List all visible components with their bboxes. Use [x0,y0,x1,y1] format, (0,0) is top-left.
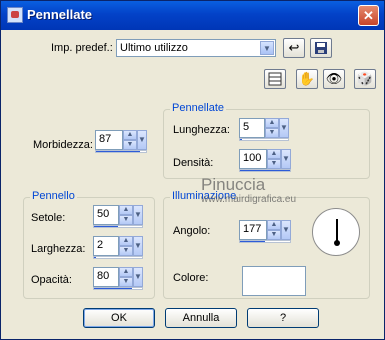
softness-dropdown[interactable]: ▼ [137,130,147,150]
preset-select[interactable]: Ultimo utilizzo ▼ [116,39,276,57]
cancel-button[interactable]: Annulla [165,308,237,328]
pennellate-dialog: Pennellate ✕ Imp. predef.: Ultimo utiliz… [0,0,385,340]
brush-group-title: Pennello [30,190,77,202]
length-input[interactable]: 5 [239,118,265,138]
ok-button[interactable]: OK [83,308,155,328]
softness-slider[interactable] [95,150,147,153]
angle-input[interactable]: 177 [239,220,267,240]
opacity-dropdown[interactable]: ▼ [133,267,143,287]
density-stepper[interactable]: ▲ ▼ [267,149,281,169]
title-bar: Pennellate ✕ [1,1,384,30]
width-label: Larghezza: [31,243,86,255]
auto-proof-button[interactable]: 👁 [323,69,345,89]
angle-dial-pivot [334,240,340,246]
hand-eye-icon: ✋ [298,71,316,86]
random-dice-icon: 🎲 [356,71,374,86]
angle-slider[interactable] [239,240,291,243]
length-dropdown[interactable]: ▼ [279,118,289,138]
preset-label: Imp. predef.: [51,42,113,54]
opacity-stepper[interactable]: ▲ ▼ [119,267,133,287]
angle-dial-needle [336,219,338,242]
bristles-label: Setole: [31,212,66,224]
preview-icon [268,72,282,86]
opacity-input[interactable]: 80 [93,267,119,287]
reset-button[interactable]: ↩ [283,38,305,58]
width-dropdown[interactable]: ▼ [133,236,143,256]
light-color-swatch[interactable] [242,266,306,296]
opacity-label: Opacità: [31,274,72,286]
opacity-slider[interactable] [93,287,143,290]
eye-icon: 👁 [325,71,343,86]
bristles-stepper[interactable]: ▲ ▼ [119,205,133,225]
color-label: Colore: [173,272,209,284]
help-button[interactable]: ? [247,308,319,328]
density-input[interactable]: 100 [239,149,267,169]
randomize-button[interactable]: 🎲 [354,69,376,89]
angle-dropdown[interactable]: ▼ [281,220,291,240]
length-slider[interactable] [239,138,289,141]
bristles-dropdown[interactable]: ▼ [133,205,143,225]
preview-toggle-button[interactable] [264,69,286,89]
bristles-slider[interactable] [93,225,143,228]
brush-strokes-group-title: Pennellate [170,102,226,114]
length-label: Lunghezza: [173,124,230,136]
window-icon [7,7,23,23]
chevron-down-icon[interactable]: ▼ [260,41,274,55]
save-preset-button[interactable] [310,38,332,58]
angle-dial[interactable] [312,208,360,256]
reset-arrow-icon: ↩ [288,40,300,55]
density-slider[interactable] [239,169,291,172]
window-title: Pennellate [27,7,93,22]
angle-stepper[interactable]: ▲ ▼ [267,220,281,240]
save-icon [315,42,327,54]
watermark-url: www.mairdigrafica.eu [201,194,297,205]
softness-label: Morbidezza: [33,139,93,151]
density-label: Densità: [173,157,214,169]
softness-stepper[interactable]: ▲ ▼ [123,130,137,150]
length-stepper[interactable]: ▲ ▼ [265,118,279,138]
proof-button[interactable]: ✋ [296,69,318,89]
width-stepper[interactable]: ▲ ▼ [119,236,133,256]
width-input[interactable]: 2 [93,236,119,256]
close-button[interactable]: ✕ [358,5,379,26]
watermark-name: Pinuccia [201,175,266,194]
bristles-input[interactable]: 50 [93,205,119,225]
angle-label: Angolo: [173,225,211,237]
width-slider[interactable] [93,256,143,259]
softness-input[interactable]: 87 [95,130,123,150]
density-dropdown[interactable]: ▼ [281,149,291,169]
preset-value: Ultimo utilizzo [120,42,188,54]
